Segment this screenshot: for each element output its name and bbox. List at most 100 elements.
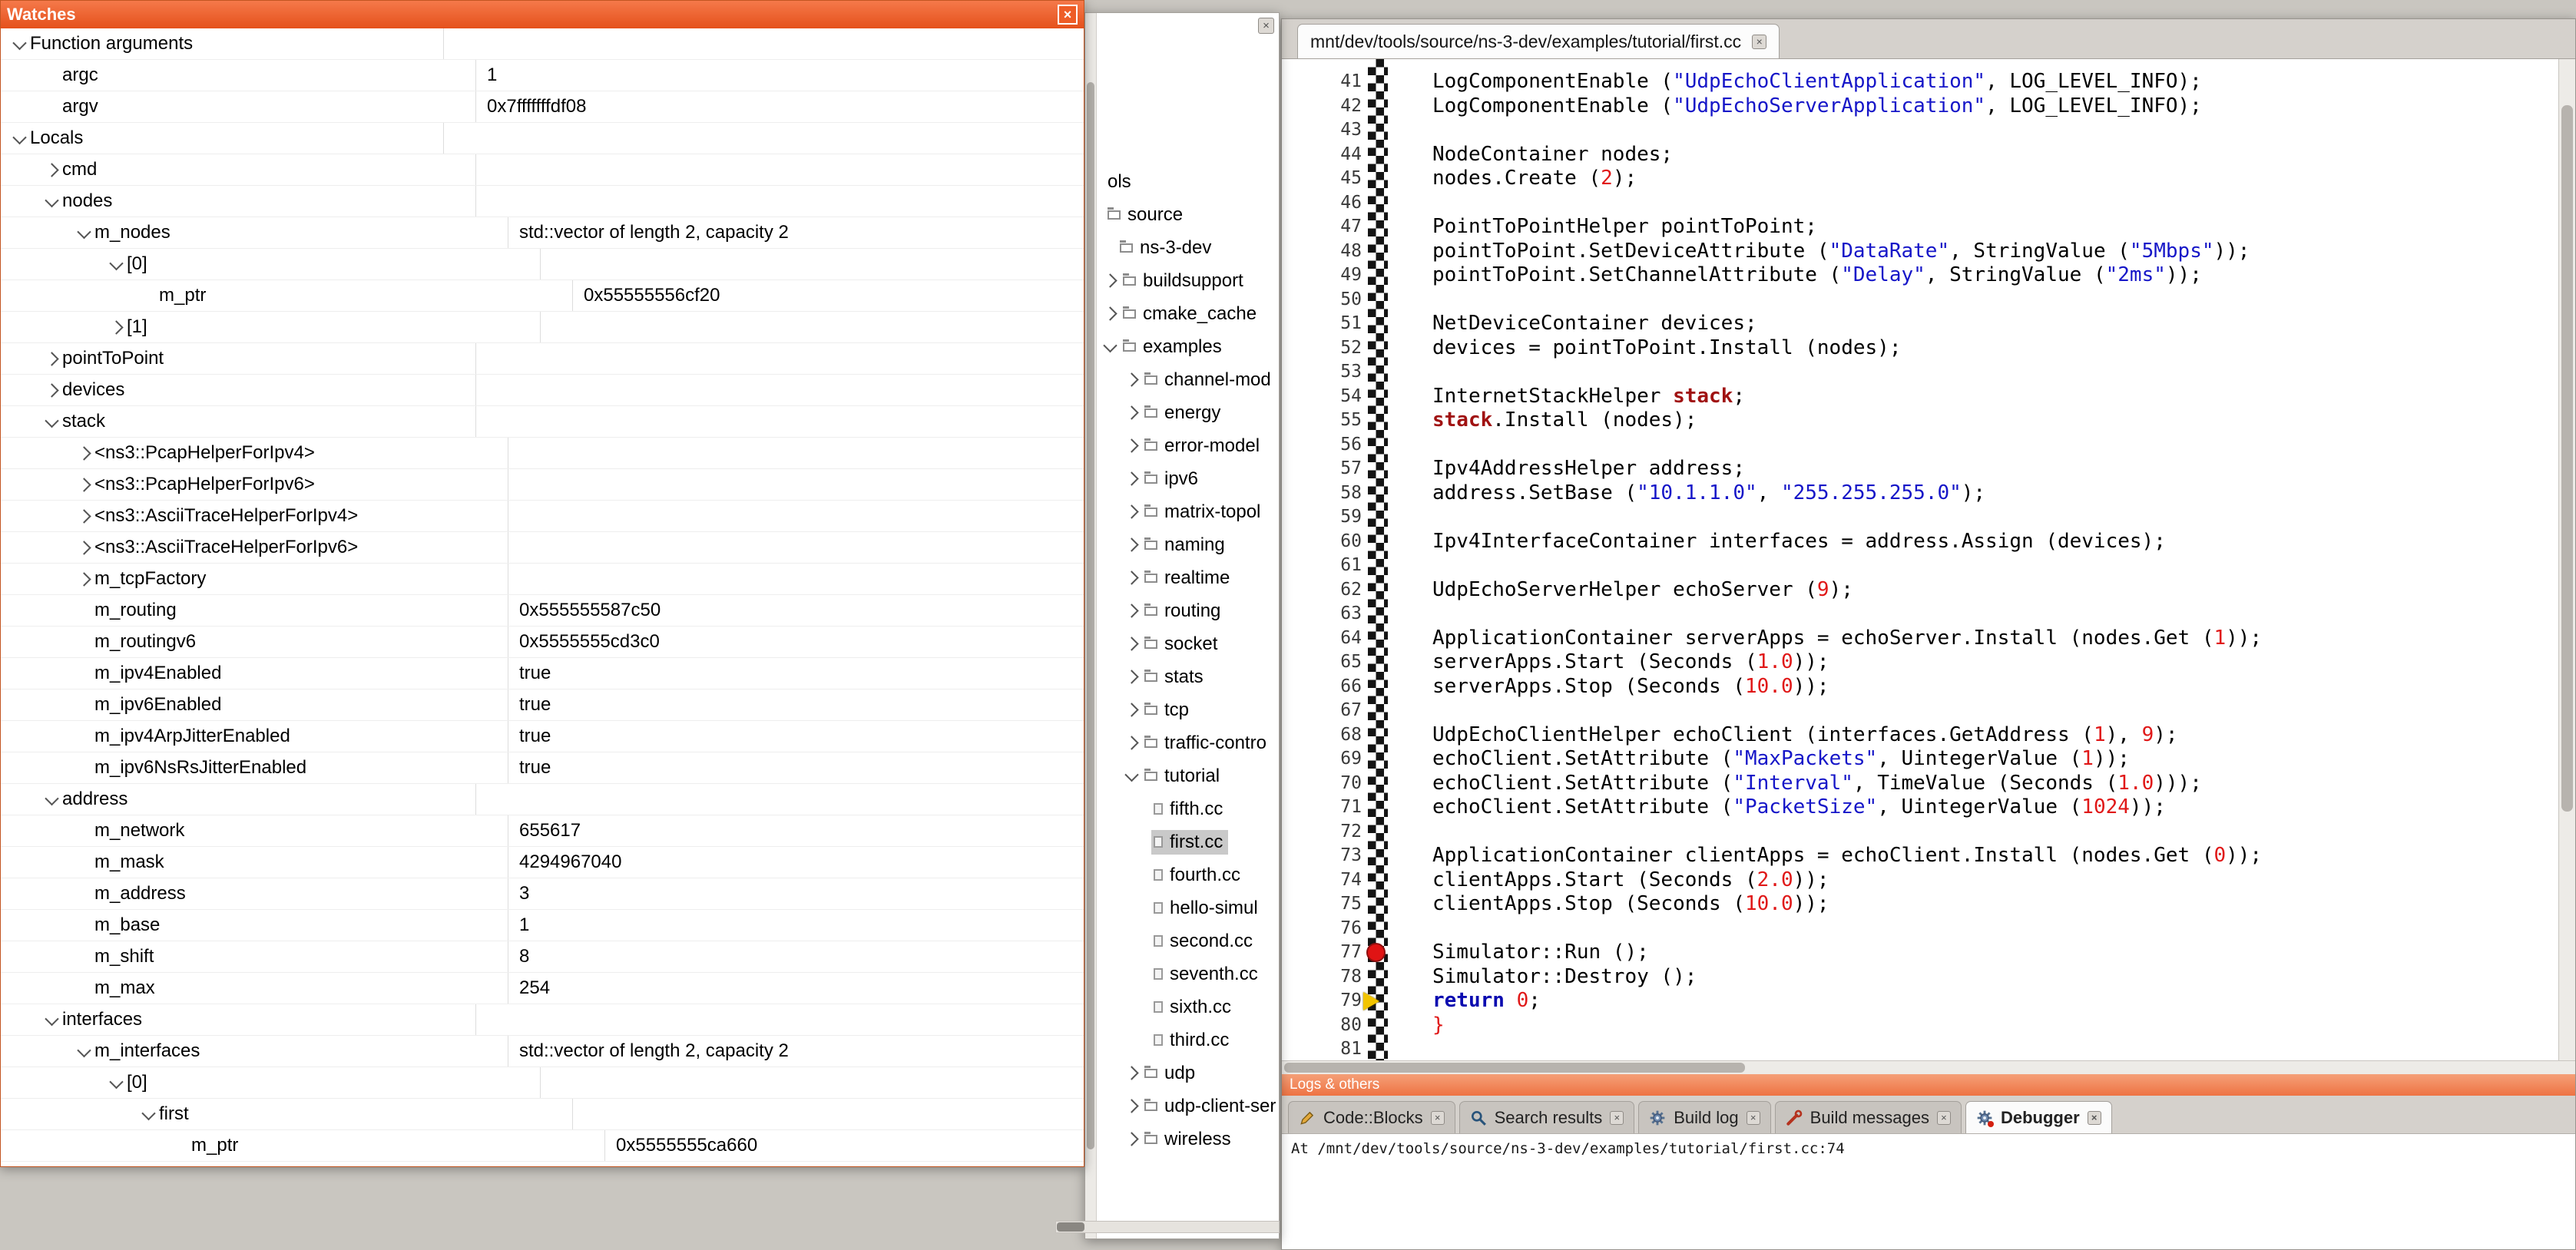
tree-item[interactable]: naming	[1098, 528, 1278, 561]
line-number[interactable]: 77	[1282, 941, 1362, 965]
expander-toggle[interactable]	[1121, 396, 1142, 429]
expander-toggle[interactable]	[73, 1036, 94, 1066]
watch-row[interactable]: m_base1	[1, 910, 1084, 941]
tree-item[interactable]: error-model	[1098, 429, 1278, 462]
watch-row[interactable]: m_address3	[1, 878, 1084, 910]
log-tab-search-results[interactable]: Search results	[1459, 1101, 1635, 1133]
watch-row[interactable]: address	[1, 784, 1084, 815]
tree-item[interactable]: source	[1098, 198, 1278, 231]
projects-close-button[interactable]	[1258, 18, 1274, 34]
line-number[interactable]: 60	[1282, 530, 1362, 554]
tree-item[interactable]: wireless	[1098, 1123, 1278, 1156]
line-number[interactable]: 61	[1282, 554, 1362, 578]
expander-toggle[interactable]	[1121, 1090, 1142, 1123]
watch-row[interactable]: devices	[1, 375, 1084, 406]
watch-row[interactable]: [0]	[1, 249, 1084, 280]
watch-row[interactable]: m_ipv6NsRsJitterEnabledtrue	[1, 752, 1084, 784]
watch-row[interactable]: interfaces	[1, 1004, 1084, 1036]
watch-row[interactable]: m_routing0x555555587c50	[1, 595, 1084, 627]
line-number[interactable]: 48	[1282, 240, 1362, 264]
tree-item[interactable]: sixth.cc	[1098, 990, 1278, 1023]
line-number[interactable]: 52	[1282, 336, 1362, 361]
line-number[interactable]: 76	[1282, 917, 1362, 941]
tree-item[interactable]: fifth.cc	[1098, 792, 1278, 825]
scrollbar-thumb[interactable]	[1284, 1063, 1745, 1073]
tree-item[interactable]: hello-simul	[1098, 891, 1278, 924]
scrollbar-thumb[interactable]	[1087, 82, 1094, 1149]
expander-toggle[interactable]	[1121, 561, 1142, 594]
watch-row[interactable]: m_shift8	[1, 941, 1084, 973]
line-number[interactable]: 71	[1282, 795, 1362, 820]
tree-item[interactable]: buildsupport	[1098, 264, 1278, 297]
line-number[interactable]: 58	[1282, 481, 1362, 506]
watch-row[interactable]: argc1	[1, 60, 1084, 91]
line-number[interactable]: 72	[1282, 820, 1362, 845]
tree-item[interactable]: seventh.cc	[1098, 957, 1278, 990]
watch-row[interactable]: <ns3::PcapHelperForIpv4>	[1, 438, 1084, 469]
scrollbar-thumb[interactable]	[1057, 1222, 1084, 1232]
expander-toggle[interactable]	[41, 406, 62, 437]
expander-toggle[interactable]	[137, 1099, 159, 1129]
watch-row[interactable]: m_ipv4Enabledtrue	[1, 658, 1084, 689]
expander-toggle[interactable]	[8, 28, 30, 59]
expander-toggle[interactable]	[1121, 1057, 1142, 1090]
expander-toggle[interactable]	[41, 1004, 62, 1035]
expander-toggle[interactable]	[8, 123, 30, 154]
tree-item[interactable]: matrix-topol	[1098, 495, 1278, 528]
watch-row[interactable]: cmd	[1, 154, 1084, 186]
scrollbar-thumb[interactable]	[2561, 105, 2573, 812]
expander-toggle[interactable]	[1121, 528, 1142, 561]
expander-toggle[interactable]	[1099, 297, 1121, 330]
line-number[interactable]: 59	[1282, 505, 1362, 530]
expander-toggle[interactable]	[105, 1067, 127, 1098]
watch-row[interactable]: m_ptr0x5555555ca660	[1, 1130, 1084, 1162]
expander-toggle[interactable]	[105, 249, 127, 279]
expander-toggle[interactable]	[1121, 726, 1142, 759]
watch-row[interactable]: m_network655617	[1, 815, 1084, 847]
line-number[interactable]: 74	[1282, 868, 1362, 893]
breakpoint-marker[interactable]	[1366, 943, 1386, 962]
expander-toggle[interactable]	[1121, 660, 1142, 693]
log-tab-close-button[interactable]	[1747, 1111, 1760, 1125]
watch-row[interactable]: m_mask4294967040	[1, 847, 1084, 878]
watch-row[interactable]: m_tcpFactory	[1, 564, 1084, 595]
tree-item[interactable]: channel-mod	[1098, 363, 1278, 396]
line-number[interactable]: 41	[1282, 70, 1362, 94]
watches-close-button[interactable]	[1058, 5, 1078, 25]
line-number[interactable]: 70	[1282, 772, 1362, 796]
watch-row[interactable]: <ns3::AsciiTraceHelperForIpv6>	[1, 532, 1084, 564]
tree-item[interactable]: routing	[1098, 594, 1278, 627]
tree-item[interactable]: energy	[1098, 396, 1278, 429]
editor-tab-first-cc[interactable]: mnt/dev/tools/source/ns-3-dev/examples/t…	[1297, 24, 1780, 58]
watch-row[interactable]: pointToPoint	[1, 343, 1084, 375]
line-number[interactable]: 64	[1282, 627, 1362, 651]
watch-row[interactable]: m_interfacesstd::vector of length 2, cap…	[1, 1036, 1084, 1067]
log-tab-close-button[interactable]	[1610, 1111, 1624, 1125]
watch-row[interactable]: <ns3::PcapHelperForIpv6>	[1, 469, 1084, 501]
tree-item[interactable]: socket	[1098, 627, 1278, 660]
watch-row[interactable]: first	[1, 1099, 1084, 1130]
log-tab-build-log[interactable]: Build log	[1638, 1101, 1770, 1133]
watch-row[interactable]: <ns3::AsciiTraceHelperForIpv4>	[1, 501, 1084, 532]
watch-row[interactable]: m_ipv4ArpJitterEnabledtrue	[1, 721, 1084, 752]
line-number[interactable]: 63	[1282, 602, 1362, 627]
watch-row[interactable]: [1]	[1, 312, 1084, 343]
line-number[interactable]: 51	[1282, 312, 1362, 336]
tree-item[interactable]: tutorial	[1098, 759, 1278, 792]
line-number[interactable]: 78	[1282, 965, 1362, 990]
expander-toggle[interactable]	[1121, 495, 1142, 528]
watches-titlebar[interactable]: Watches	[1, 1, 1084, 28]
line-number[interactable]: 49	[1282, 263, 1362, 288]
line-number[interactable]: 46	[1282, 191, 1362, 216]
watch-row[interactable]: Function arguments	[1, 28, 1084, 60]
tree-item[interactable]: examples	[1098, 330, 1278, 363]
line-number[interactable]: 65	[1282, 650, 1362, 675]
log-tab-close-button[interactable]	[1431, 1111, 1445, 1125]
editor-vertical-scrollbar[interactable]	[2558, 59, 2575, 1060]
watch-row[interactable]: stack	[1, 406, 1084, 438]
tree-item[interactable]: traffic-contro	[1098, 726, 1278, 759]
expander-toggle[interactable]	[41, 186, 62, 217]
editor-horizontal-scrollbar[interactable]	[1282, 1060, 2575, 1074]
expander-toggle[interactable]	[1121, 462, 1142, 495]
log-tab-close-button[interactable]	[2088, 1111, 2101, 1125]
